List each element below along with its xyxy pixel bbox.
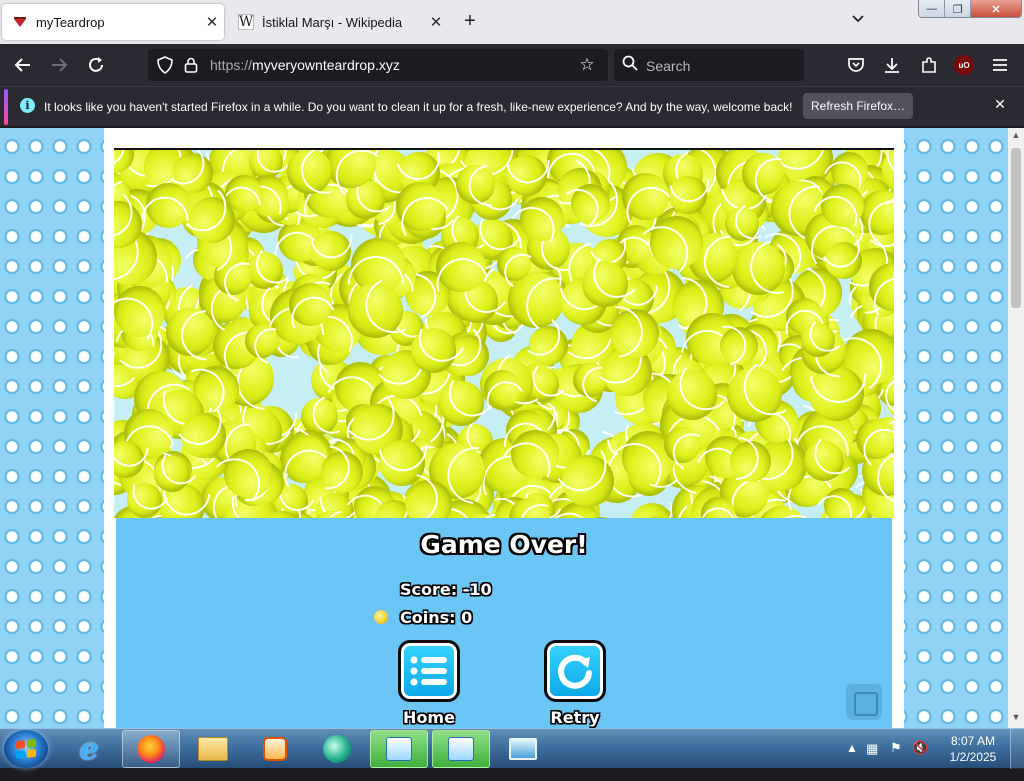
- photo-viewer-icon: [509, 738, 537, 760]
- browser-window: myTeardrop ✕ W İstiklal Marşı - Wikipedi…: [0, 0, 1024, 769]
- notification-accent: [4, 89, 8, 125]
- ublock-origin-icon[interactable]: uO: [954, 55, 974, 75]
- scroll-down-arrow-icon[interactable]: ▼: [1008, 712, 1024, 722]
- taskbar-internet-explorer[interactable]: e: [60, 730, 118, 768]
- scrollbar-thumb[interactable]: [1011, 148, 1021, 308]
- tab-title: İstiklal Marşı - Wikipedia: [262, 14, 403, 30]
- list-icon: [410, 656, 447, 686]
- internet-explorer-icon: e: [79, 731, 99, 767]
- taskbar-explorer[interactable]: [184, 730, 242, 768]
- media-player-icon: [263, 737, 287, 761]
- maximize-icon[interactable]: ❐: [944, 0, 970, 17]
- shield-icon[interactable]: [156, 56, 174, 74]
- firefox-icon: [137, 735, 165, 763]
- tab-strip: myTeardrop ✕ W İstiklal Marşı - Wikipedi…: [0, 0, 1024, 44]
- app-green-icon: [323, 735, 351, 763]
- info-icon: i: [20, 98, 35, 113]
- score-value: -10: [462, 580, 492, 599]
- show-hidden-icons-arrow-icon[interactable]: ▲: [846, 741, 858, 781]
- tennis-ball: [663, 426, 701, 464]
- coin-icon: [374, 610, 388, 624]
- notification-message: It looks like you haven't started Firefo…: [44, 100, 793, 114]
- game-over-panel: Game Over! Score: -10 Coins: 0 Home Retr…: [116, 518, 892, 728]
- folder-icon: [198, 737, 228, 761]
- url-host: myveryownteardrop.xyz: [252, 57, 400, 73]
- notification-bar: i It looks like you haven't started Fire…: [0, 86, 1024, 126]
- tab-title: myTeardrop: [36, 14, 105, 30]
- coins-label: Coins:: [400, 608, 456, 627]
- score-display: Score: -10: [400, 580, 492, 599]
- score-label: Score:: [400, 580, 458, 599]
- url-protocol: https://: [210, 57, 253, 73]
- new-tab-plus-icon[interactable]: +: [458, 10, 482, 34]
- close-window-icon[interactable]: ✕: [970, 0, 1021, 17]
- wikipedia-favicon-icon: W: [238, 14, 254, 30]
- app-box-icon: [448, 737, 474, 761]
- search-bar[interactable]: Search: [614, 49, 804, 81]
- extensions-puzzle-icon[interactable]: [916, 52, 942, 78]
- page-background: Game Over! Score: -10 Coins: 0 Home Retr…: [0, 128, 1008, 728]
- tab-myteardrop[interactable]: myTeardrop ✕: [2, 4, 224, 40]
- close-notification-icon[interactable]: ✕: [990, 96, 1010, 116]
- pocket-icon[interactable]: [843, 52, 869, 78]
- retry-button-label[interactable]: Retry: [535, 708, 615, 727]
- bookmark-star-icon[interactable]: ☆: [578, 55, 596, 74]
- start-button[interactable]: [4, 730, 48, 768]
- clock-time: 8:07 AM: [950, 734, 996, 748]
- url-bar[interactable]: https://myveryownteardrop.xyz ☆: [148, 49, 608, 81]
- taskbar-app-green[interactable]: [308, 730, 366, 768]
- reload-icon[interactable]: [83, 52, 109, 78]
- close-tab-icon[interactable]: ✕: [424, 13, 448, 31]
- close-tab-icon[interactable]: ✕: [200, 13, 224, 31]
- taskbar-photo-viewer[interactable]: [494, 730, 552, 768]
- taskbar-firefox[interactable]: [122, 730, 180, 768]
- page-scrollbar[interactable]: ▲ ▼: [1008, 128, 1024, 728]
- refresh-firefox-button[interactable]: Refresh Firefox…: [803, 93, 913, 119]
- home-button-label[interactable]: Home: [389, 708, 469, 727]
- search-icon: [622, 55, 638, 75]
- clock-date: 1/2/2025: [949, 750, 997, 764]
- back-arrow-icon[interactable]: [10, 52, 36, 78]
- minimize-icon[interactable]: —: [919, 0, 945, 17]
- window-controls: — ❐ ✕: [918, 0, 1022, 18]
- tab-wikipedia[interactable]: W İstiklal Marşı - Wikipedia ✕: [228, 4, 448, 40]
- forward-arrow-icon[interactable]: [46, 52, 72, 78]
- url-text[interactable]: https://myveryownteardrop.xyz: [210, 57, 400, 73]
- taskbar-media-player[interactable]: [246, 730, 304, 768]
- taskbar-app-highlight-1[interactable]: [370, 730, 428, 768]
- fullscreen-icon[interactable]: [846, 684, 882, 720]
- search-placeholder: Search: [646, 58, 691, 74]
- taskbar-app-highlight-2[interactable]: [432, 730, 490, 768]
- windows-taskbar: e ▲ ▦ ⚑ 🔇 8:07 AM 1/2/2025: [0, 728, 1024, 769]
- volume-muted-icon[interactable]: 🔇: [912, 740, 928, 780]
- scroll-up-arrow-icon[interactable]: ▲: [1008, 130, 1024, 140]
- show-desktop-button[interactable]: [1010, 729, 1024, 769]
- tennis-ball-field: [114, 150, 894, 518]
- coins-display: Coins: 0: [400, 608, 472, 627]
- windows-logo-icon: [16, 738, 36, 760]
- nav-bar: https://myveryownteardrop.xyz ☆ Search: [0, 44, 1024, 86]
- teardrop-favicon-icon: [12, 14, 28, 30]
- action-center-flag-icon[interactable]: ⚑: [890, 740, 902, 780]
- menu-hamburger-icon[interactable]: [987, 52, 1013, 78]
- network-icon[interactable]: ▦: [866, 741, 878, 781]
- home-button[interactable]: [398, 640, 460, 702]
- game-area: Game Over! Score: -10 Coins: 0 Home Retr…: [114, 148, 894, 728]
- list-all-tabs-chevron-icon[interactable]: [846, 12, 870, 32]
- retry-arrow-icon: [558, 654, 592, 689]
- game-container: Game Over! Score: -10 Coins: 0 Home Retr…: [104, 128, 904, 728]
- app-box-icon: [386, 737, 412, 761]
- lock-icon[interactable]: [182, 56, 200, 74]
- coins-value: 0: [461, 608, 473, 627]
- retry-button[interactable]: [544, 640, 606, 702]
- clock[interactable]: 8:07 AM 1/2/2025: [944, 733, 1002, 765]
- downloads-icon[interactable]: [879, 52, 905, 78]
- game-over-title: Game Over!: [420, 530, 588, 559]
